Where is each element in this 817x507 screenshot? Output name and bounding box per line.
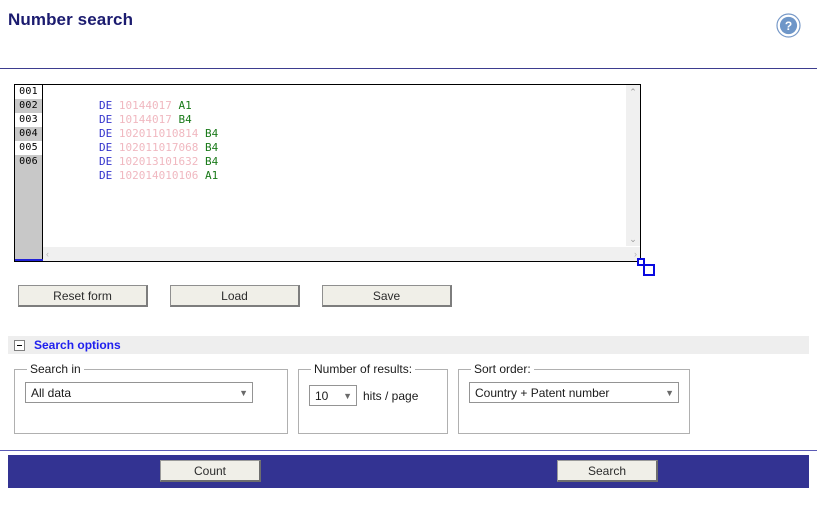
kind-code: B4 (178, 113, 192, 126)
line-number: 006 (15, 155, 42, 169)
number-of-results-fieldset: Number of results: 10 ▼ hits / page (298, 362, 448, 434)
patent-number: 10144017 (118, 113, 172, 126)
save-button[interactable]: Save (322, 285, 452, 307)
header-divider (0, 68, 817, 69)
kind-code: B4 (204, 141, 219, 154)
footer-divider (0, 450, 817, 451)
gutter-bottom-rule (15, 259, 43, 261)
hits-per-page-select[interactable]: 10 ▼ (309, 385, 357, 406)
search-options-bar[interactable]: Search options (8, 336, 809, 354)
chevron-down-icon: ▼ (343, 390, 352, 401)
line-number: 002 (15, 99, 42, 113)
code-area[interactable]: DE 10144017 A1 DE 10144017 B4 DE 1020110… (43, 85, 640, 261)
number-of-results-row: 10 ▼ hits / page (309, 385, 437, 406)
count-button[interactable]: Count (160, 460, 261, 482)
kind-code: A1 (178, 99, 192, 112)
scroll-left-icon[interactable]: ‹ (43, 248, 52, 260)
chevron-down-icon: ▼ (665, 387, 674, 398)
number-of-results-legend: Number of results: (314, 362, 413, 376)
country-code: DE (98, 113, 113, 126)
help-question-icon[interactable]: ? (776, 13, 801, 38)
line-number: 003 (15, 113, 42, 127)
country-code: DE (98, 141, 113, 154)
patent-number: 102011010814 (118, 127, 199, 140)
scroll-up-icon[interactable]: ⌃ (629, 85, 637, 99)
chevron-down-icon: ▼ (239, 387, 248, 398)
country-code: DE (98, 155, 113, 168)
kind-code: B4 (204, 127, 219, 140)
country-code: DE (98, 127, 113, 140)
form-action-buttons: Reset form Load Save (18, 285, 452, 307)
kind-code: A1 (204, 169, 219, 182)
search-options-label[interactable]: Search options (34, 338, 121, 352)
patent-number: 102014010106 (118, 169, 199, 182)
number-input-editor[interactable]: 001 002 003 004 005 006 DE 10144017 A1 D… (14, 84, 641, 262)
search-button[interactable]: Search (557, 460, 658, 482)
sort-order-select[interactable]: Country + Patent number ▼ (469, 382, 679, 403)
load-button[interactable]: Load (170, 285, 300, 307)
sort-order-fieldset: Sort order: Country + Patent number ▼ (458, 362, 690, 434)
editor-horizontal-scrollbar[interactable]: ‹ › (43, 246, 640, 261)
hits-per-page-label: hits / page (363, 388, 419, 403)
reset-form-button[interactable]: Reset form (18, 285, 148, 307)
search-in-legend: Search in (30, 362, 81, 376)
line-number: 005 (15, 141, 42, 155)
footer-action-bar: Count Search (8, 455, 809, 488)
search-in-value: All data (31, 385, 72, 400)
resize-handle-large-square (643, 264, 655, 276)
code-line: DE 10144017 A1 (46, 85, 640, 112)
editor-vertical-scrollbar[interactable]: ⌃ ⌄ (625, 85, 640, 246)
country-code: DE (98, 169, 113, 182)
collapse-toggle-icon[interactable] (14, 339, 25, 351)
sort-order-legend: Sort order: (474, 362, 531, 376)
line-number-gutter: 001 002 003 004 005 006 (15, 85, 43, 261)
search-in-select[interactable]: All data ▼ (25, 382, 253, 403)
sort-order-value: Country + Patent number (475, 385, 610, 400)
patent-number: 10144017 (118, 99, 172, 112)
editor-resize-handle[interactable] (637, 258, 655, 276)
number-search-page: Number search ? 001 002 003 004 005 006 … (0, 0, 817, 507)
scroll-down-icon[interactable]: ⌄ (629, 232, 637, 246)
page-title: Number search (8, 10, 134, 29)
svg-text:?: ? (785, 19, 792, 33)
line-number: 001 (15, 85, 42, 99)
patent-number: 102011017068 (118, 141, 199, 154)
kind-code: B4 (204, 155, 219, 168)
patent-number: 102013101632 (118, 155, 199, 168)
search-options-panel: Search in All data ▼ Number of results: … (14, 362, 690, 434)
line-number: 004 (15, 127, 42, 141)
country-code: DE (98, 99, 113, 112)
hits-per-page-value: 10 (315, 388, 329, 403)
search-in-fieldset: Search in All data ▼ (14, 362, 288, 434)
